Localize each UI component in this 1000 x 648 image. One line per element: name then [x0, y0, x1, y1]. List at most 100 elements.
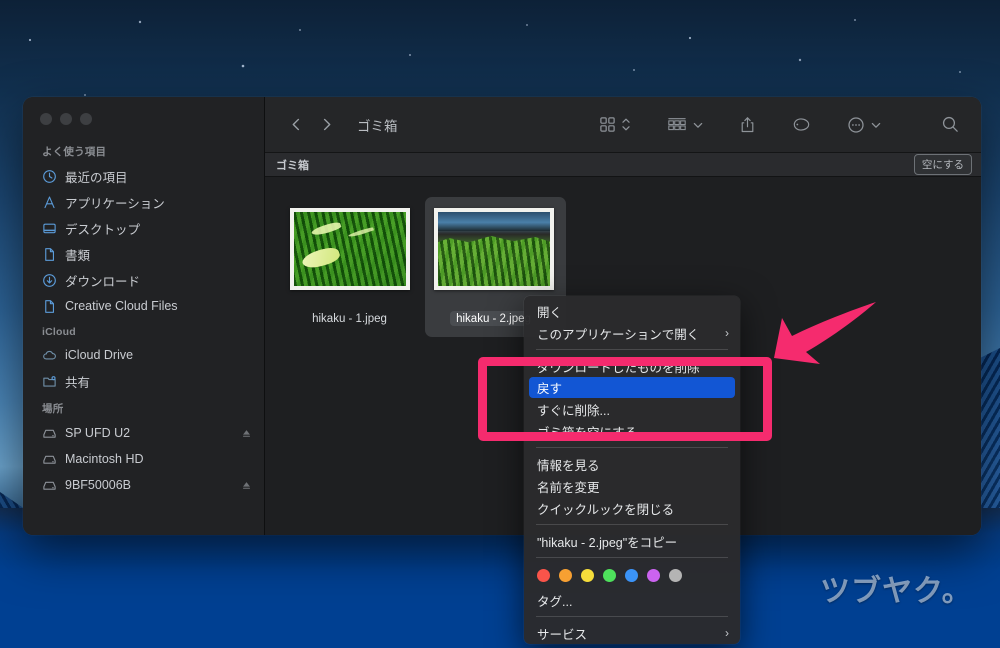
tag-color-purple[interactable] — [647, 569, 660, 582]
sidebar-item-documents[interactable]: 書類 — [23, 241, 264, 267]
ellipsis-circle-icon — [847, 116, 865, 134]
clock-icon — [42, 169, 57, 184]
sidebar-item-recents[interactable]: 最近の項目 — [23, 163, 264, 189]
toolbar-actions — [592, 110, 967, 140]
empty-trash-button[interactable]: 空にする — [913, 154, 972, 175]
download-icon — [42, 273, 57, 288]
menu-item-label: すぐに削除... — [537, 403, 610, 418]
menu-item-services[interactable]: サービス › — [524, 622, 740, 644]
sidebar-item-label: Macintosh HD — [65, 452, 144, 466]
desktop-icon — [42, 221, 57, 236]
chevron-updown-icon — [621, 116, 631, 133]
menu-separator — [536, 557, 728, 558]
menu-item-put-back[interactable]: 戻す — [529, 377, 735, 398]
group-by-button[interactable] — [660, 110, 710, 140]
search-button[interactable] — [934, 110, 967, 140]
menu-item-tags[interactable]: タグ... — [524, 589, 740, 611]
document-icon — [42, 247, 57, 262]
sidebar-item-label: iCloud Drive — [65, 348, 134, 362]
sidebar-item-downloads[interactable]: ダウンロード — [23, 267, 264, 293]
sidebar-item-sp-ufd-u2[interactable]: SP UFD U2 — [23, 420, 264, 446]
file-thumbnail — [423, 195, 564, 303]
menu-item-rename[interactable]: 名前を変更 — [524, 475, 740, 497]
view-mode-button[interactable] — [592, 110, 638, 140]
menu-item-open-with[interactable]: このアプリケーションで開く › — [524, 322, 740, 344]
zoom-button[interactable] — [80, 113, 92, 125]
sidebar-item-label: SP UFD U2 — [65, 426, 131, 440]
sidebar-item-creative-cloud-files[interactable]: Creative Cloud Files — [23, 293, 264, 319]
path-status-bar: ゴミ箱 空にする — [265, 153, 981, 177]
share-icon — [739, 116, 756, 134]
menu-item-empty-trash[interactable]: ゴミ箱を空にする — [524, 420, 740, 442]
window-title: ゴミ箱 — [357, 118, 398, 134]
menu-item-label: 戻す — [537, 382, 563, 396]
menu-item-delete-downloaded[interactable]: ダウンロードしたものを削除 — [524, 355, 740, 377]
file-name: hikaku - 1.jpeg — [312, 312, 387, 325]
grid-view-icon — [599, 116, 616, 133]
eject-icon[interactable] — [241, 480, 252, 491]
cloud-icon — [42, 348, 57, 363]
tag-color-red[interactable] — [537, 569, 550, 582]
tag-color-green[interactable] — [603, 569, 616, 582]
menu-item-label: サービス — [537, 627, 588, 642]
tag-color-gray[interactable] — [669, 569, 682, 582]
sidebar-item-label: デスクトップ — [65, 222, 141, 237]
menu-item-label: クイックルックを閉じる — [537, 502, 675, 517]
file-item[interactable]: hikaku - 1.jpeg — [279, 195, 420, 331]
toolbar: ゴミ箱 — [265, 97, 981, 153]
chevron-down-icon — [693, 120, 703, 130]
tag-color-orange[interactable] — [559, 569, 572, 582]
menu-separator — [536, 349, 728, 350]
tag-color-blue[interactable] — [625, 569, 638, 582]
menu-item-label: 名前を変更 — [537, 480, 600, 495]
menu-item-get-info[interactable]: 情報を見る — [524, 453, 740, 475]
tag-color-row[interactable] — [524, 563, 740, 589]
annotation-arrow — [774, 302, 876, 364]
sidebar-item-label: 書類 — [65, 248, 91, 263]
watermark: ツブヤク。 — [820, 574, 973, 609]
more-actions-button[interactable] — [840, 110, 888, 140]
sidebar-item-label: アプリケーション — [65, 196, 165, 211]
menu-item-close-quick-look[interactable]: クイックルックを閉じる — [524, 497, 740, 519]
sidebar-item-label: ダウンロード — [65, 274, 141, 289]
menu-item-label: 情報を見る — [537, 458, 600, 473]
share-button[interactable] — [732, 110, 763, 140]
minimize-button[interactable] — [60, 113, 72, 125]
chevron-right-icon: › — [725, 626, 729, 640]
menu-item-copy-file[interactable]: "hikaku - 2.jpeg"をコピー — [524, 530, 740, 552]
photo-preview — [433, 208, 554, 290]
sidebar-item-applications[interactable]: アプリケーション — [23, 189, 264, 215]
sidebar-group-label: iCloud — [42, 326, 76, 338]
file-thumbnail — [279, 195, 420, 303]
menu-item-label: 開く — [537, 305, 563, 320]
context-menu[interactable]: 開く このアプリケーションで開く › ダウンロードしたものを削除 戻す すぐに削… — [524, 296, 740, 644]
chevron-down-icon — [871, 120, 881, 130]
sidebar-item-label: 9BF50006B — [65, 478, 132, 492]
search-icon — [941, 115, 960, 134]
close-button[interactable] — [40, 113, 52, 125]
menu-item-delete-immediately[interactable]: すぐに削除... — [524, 398, 740, 420]
sidebar-group-label: よく使う項目 — [42, 146, 107, 158]
forward-button[interactable] — [311, 111, 341, 139]
menu-item-label: このアプリケーションで開く — [537, 327, 700, 342]
menu-item-label: タグ... — [537, 594, 573, 609]
eject-icon[interactable] — [241, 428, 252, 439]
group-by-icon — [667, 116, 687, 133]
back-button[interactable] — [281, 111, 311, 139]
sidebar: よく使う項目 最近の項目 アプリケーション デスクトップ 書類 ダウンロード C… — [23, 97, 265, 535]
tag-color-yellow[interactable] — [581, 569, 594, 582]
menu-separator — [536, 524, 728, 525]
sidebar-item-macintosh-hd[interactable]: Macintosh HD — [23, 446, 264, 472]
sidebar-item-9bf50006b[interactable]: 9BF50006B — [23, 472, 264, 498]
sidebar-item-shared[interactable]: 共有 — [23, 368, 264, 394]
sidebar-item-icloud-drive[interactable]: iCloud Drive — [23, 342, 264, 368]
window-traffic-lights[interactable] — [40, 113, 92, 125]
menu-item-label: ゴミ箱を空にする — [537, 425, 638, 440]
menu-separator — [536, 616, 728, 617]
tag-button[interactable] — [785, 110, 818, 140]
menu-item-open[interactable]: 開く — [524, 300, 740, 322]
sidebar-item-desktop[interactable]: デスクトップ — [23, 215, 264, 241]
menu-separator — [536, 447, 728, 448]
sidebar-item-label: Creative Cloud Files — [65, 299, 178, 313]
path-title: ゴミ箱 — [276, 159, 309, 172]
